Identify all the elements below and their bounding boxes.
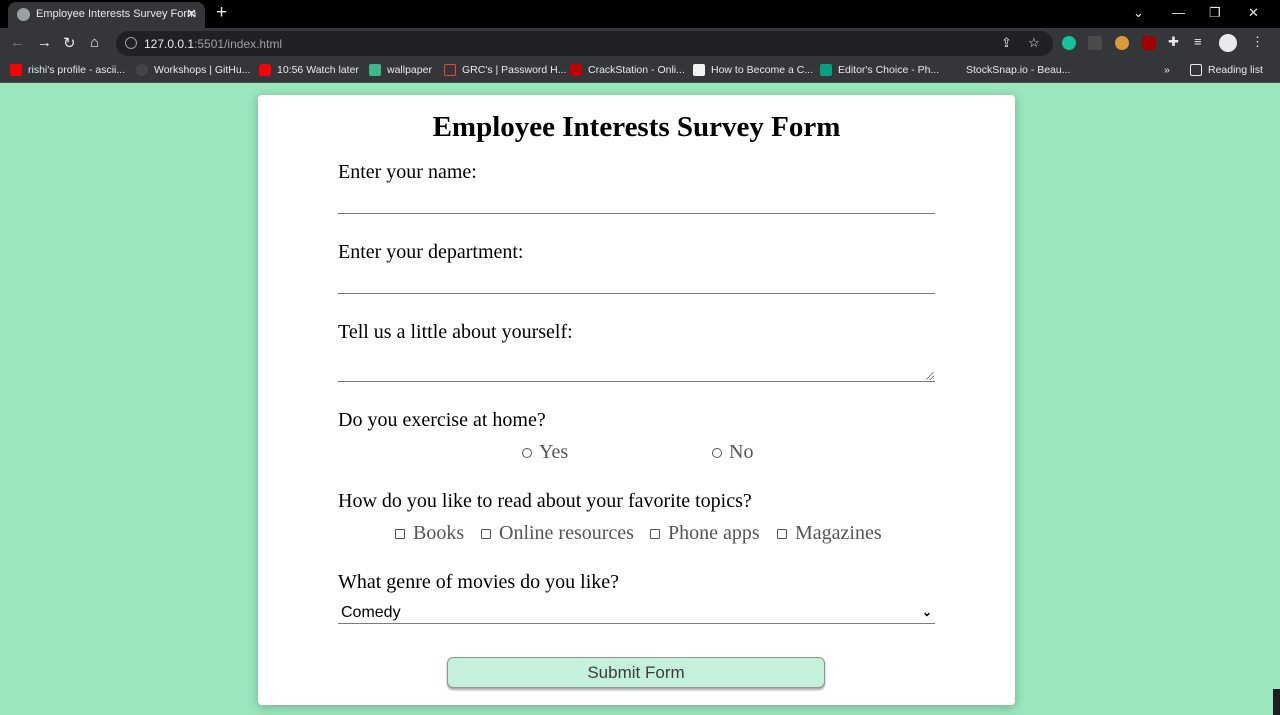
- checkbox-label: Online resources: [499, 522, 634, 544]
- grammarly-extension-icon[interactable]: [1062, 36, 1076, 50]
- bookmark-label: How to Become a C...: [711, 64, 814, 76]
- bookmark-item[interactable]: Editor's Choice - Ph...: [820, 64, 939, 76]
- department-input[interactable]: [338, 270, 935, 294]
- checkbox[interactable]: [395, 528, 405, 539]
- restore-icon[interactable]: ❐: [1209, 5, 1221, 21]
- checkbox[interactable]: [650, 528, 660, 539]
- forward-icon[interactable]: →: [37, 34, 52, 51]
- bookmark-favicon-icon: [444, 64, 456, 76]
- bookmark-item[interactable]: Workshops | GitHu...: [136, 64, 250, 76]
- radio-label: No: [729, 441, 754, 463]
- scrollbar-thumb[interactable]: [1273, 84, 1280, 689]
- browser-titlebar: Employee Interests Survey Form ✕ + ⌄ — ❐…: [0, 0, 1280, 28]
- tab-search-icon[interactable]: ⌄: [1133, 5, 1144, 21]
- address-bar[interactable]: 127.0.0.1:5501/index.html ⇪ ☆: [116, 31, 1053, 56]
- url-text[interactable]: 127.0.0.1:5501/index.html: [144, 37, 282, 51]
- browser-toolbar: ← → ↻ ⌂ 127.0.0.1:5501/index.html ⇪ ☆ ✚ …: [0, 28, 1280, 58]
- reading-list-icon: [1190, 64, 1202, 76]
- bookmark-favicon-icon: [820, 64, 832, 76]
- new-tab-icon[interactable]: +: [216, 3, 227, 23]
- bookmark-label: Editor's Choice - Ph...: [838, 64, 940, 76]
- bookmark-label: wallpaper: [387, 64, 432, 76]
- bookmark-favicon-icon: [10, 64, 22, 76]
- share-icon[interactable]: ⇪: [1001, 35, 1012, 51]
- profile-avatar-icon[interactable]: [1219, 34, 1237, 52]
- bookmark-item[interactable]: rishi's profile - ascii...: [10, 64, 125, 76]
- bookmark-label: Workshops | GitHu...: [154, 64, 251, 76]
- bookmark-favicon-icon: [369, 64, 381, 76]
- cookie-extension-icon[interactable]: [1115, 36, 1129, 50]
- genre-selected-value: Comedy: [341, 604, 401, 621]
- bookmarks-bar: rishi's profile - ascii... Workshops | G…: [0, 58, 1280, 83]
- reading-option-magazines[interactable]: Magazines: [777, 522, 882, 545]
- reading-label: How do you like to read about your favor…: [338, 490, 752, 512]
- genre-label: What genre of movies do you like?: [338, 571, 620, 593]
- back-icon[interactable]: ←: [10, 34, 25, 51]
- close-tab-icon[interactable]: ✕: [186, 6, 197, 22]
- bookmark-item[interactable]: wallpaper: [369, 64, 432, 76]
- reading-list-button[interactable]: Reading list: [1190, 64, 1263, 76]
- minimize-icon[interactable]: —: [1172, 5, 1185, 20]
- github-icon: [136, 64, 148, 76]
- checkbox-label: Magazines: [795, 522, 882, 544]
- bookmark-label: rishi's profile - ascii...: [28, 64, 126, 76]
- star-icon[interactable]: ☆: [1028, 35, 1040, 51]
- exercise-option-yes[interactable]: Yes: [522, 441, 568, 464]
- radio-label: Yes: [539, 441, 569, 463]
- close-window-icon[interactable]: ✕: [1248, 5, 1259, 21]
- bookmark-label: StockSnap.io - Beau...: [966, 64, 1071, 76]
- browser-tab-active[interactable]: Employee Interests Survey Form ✕: [8, 2, 205, 28]
- bookmark-item[interactable]: How to Become a C...: [693, 64, 813, 76]
- bookmark-label: CrackStation - Onli...: [588, 64, 685, 76]
- url-path: :5501/index.html: [194, 37, 283, 51]
- menu-kebab-icon[interactable]: ⋮: [1251, 34, 1264, 50]
- page-scrollbar[interactable]: [1273, 84, 1280, 715]
- bookmark-favicon-icon: [693, 64, 705, 76]
- about-textarea[interactable]: [338, 357, 935, 382]
- department-label: Enter your department:: [338, 241, 524, 263]
- bookmarks-overflow-button[interactable]: »: [1164, 64, 1170, 76]
- page-title: Employee Interests Survey Form: [432, 111, 841, 143]
- bookmark-item[interactable]: GRC's | Password H...: [444, 64, 567, 76]
- chevron-down-icon: ⌄: [921, 605, 932, 619]
- resize-grip-icon[interactable]: [926, 372, 934, 380]
- url-host: 127.0.0.1: [144, 37, 195, 51]
- exercise-option-no[interactable]: No: [712, 441, 753, 464]
- checkbox-label: Phone apps: [668, 522, 760, 544]
- extensions-puzzle-icon[interactable]: ✚: [1168, 34, 1179, 50]
- bookmark-favicon-icon: [570, 64, 582, 76]
- about-label: Tell us a little about yourself:: [338, 321, 573, 343]
- bookmark-item[interactable]: 10:56 Watch later: [259, 64, 359, 76]
- bookmark-item[interactable]: StockSnap.io - Beau...: [966, 64, 1070, 76]
- genre-select[interactable]: Comedy ⌄: [338, 601, 935, 624]
- screen-extension-icon[interactable]: [1088, 36, 1102, 50]
- checkbox-label: Books: [413, 522, 465, 544]
- radio-button[interactable]: [712, 447, 722, 458]
- globe-icon: [17, 8, 30, 21]
- reading-option-books[interactable]: Books: [395, 522, 464, 545]
- home-icon[interactable]: ⌂: [90, 34, 99, 51]
- bookmark-label: GRC's | Password H...: [462, 64, 567, 76]
- bookmark-item[interactable]: CrackStation - Onli...: [570, 64, 685, 76]
- reading-option-phone-apps[interactable]: Phone apps: [650, 522, 760, 545]
- ublock-extension-icon[interactable]: [1142, 36, 1156, 50]
- reading-list-label: Reading list: [1208, 64, 1263, 76]
- reload-icon[interactable]: ↻: [63, 34, 76, 52]
- tab-title: Employee Interests Survey Form: [36, 8, 197, 20]
- radio-button[interactable]: [522, 447, 532, 458]
- youtube-icon: [259, 64, 271, 76]
- name-input[interactable]: [338, 190, 935, 214]
- media-queue-icon[interactable]: ≡: [1194, 34, 1202, 49]
- site-info-icon[interactable]: [125, 37, 137, 49]
- checkbox[interactable]: [777, 528, 787, 539]
- exercise-label: Do you exercise at home?: [338, 409, 546, 431]
- survey-form-card: Employee Interests Survey Form Enter you…: [258, 95, 1015, 705]
- reading-option-online-resources[interactable]: Online resources: [481, 522, 634, 545]
- name-label: Enter your name:: [338, 161, 477, 183]
- bookmark-label: 10:56 Watch later: [277, 64, 359, 76]
- submit-button[interactable]: Submit Form: [447, 657, 825, 688]
- checkbox[interactable]: [481, 528, 491, 539]
